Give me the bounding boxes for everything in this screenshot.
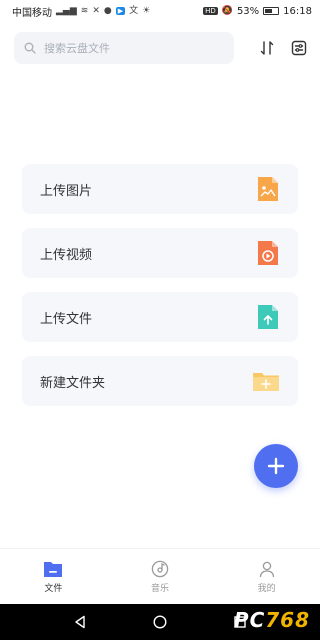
status-bar: 中国移动 ▂▄▆ ≋ ✕ ● ▶ 文 ☀ HD 🔕 53% 16:18 xyxy=(0,0,320,22)
mute-icon: 🔕 xyxy=(221,5,233,16)
tab-profile-label: 我的 xyxy=(257,583,276,594)
upload-file-icon xyxy=(258,305,278,329)
signal-icon: ▂▄▆ xyxy=(56,5,77,16)
add-button[interactable] xyxy=(254,444,298,488)
search-box[interactable] xyxy=(14,32,235,64)
watermark-logo: PC768 xyxy=(233,608,310,632)
header xyxy=(14,32,310,64)
bottom-tab-bar: 文件 音乐 我的 xyxy=(0,548,320,604)
battery-icon xyxy=(263,7,280,15)
upload-file-card[interactable]: 上传文件 xyxy=(22,292,298,342)
tab-music[interactable]: 音乐 xyxy=(107,549,214,604)
screen: 中国移动 ▂▄▆ ≋ ✕ ● ▶ 文 ☀ HD 🔕 53% 16:18 搜索云盘… xyxy=(0,0,320,640)
tab-music-label: 音乐 xyxy=(151,583,170,594)
new-folder-label: 新建文件夹 xyxy=(40,375,106,391)
upload-image-card[interactable]: 上传图片 xyxy=(22,164,298,214)
wifi-icon: ≋ xyxy=(80,5,89,16)
image-file-icon xyxy=(258,177,278,201)
search-icon xyxy=(24,39,36,58)
tab-profile[interactable]: 我的 xyxy=(213,549,320,604)
new-folder-icon xyxy=(253,373,279,391)
home-icon[interactable] xyxy=(153,615,167,629)
tab-files[interactable]: 文件 xyxy=(0,549,107,604)
tab-files-label: 文件 xyxy=(44,583,63,594)
video-file-icon xyxy=(258,241,278,265)
music-disc-icon xyxy=(151,560,169,577)
translate-icon: 文 xyxy=(129,5,139,16)
manage-button[interactable] xyxy=(288,37,310,59)
notification-icon: ✕ xyxy=(92,5,100,16)
upload-file-label: 上传文件 xyxy=(40,311,93,327)
back-icon[interactable] xyxy=(73,615,87,629)
upload-image-label: 上传图片 xyxy=(40,183,93,199)
manage-icon xyxy=(291,40,307,56)
plus-icon xyxy=(267,457,285,475)
weather-icon: ☀ xyxy=(142,5,151,16)
upload-video-card[interactable]: 上传视频 xyxy=(22,228,298,278)
chat-icon: ● xyxy=(103,5,112,16)
person-icon xyxy=(259,561,274,577)
hd-badge: HD xyxy=(203,7,218,15)
new-folder-card[interactable]: 新建文件夹 xyxy=(22,356,298,406)
search-input[interactable] xyxy=(44,41,224,55)
carrier-name: 中国移动 xyxy=(12,7,52,19)
sort-button[interactable] xyxy=(256,37,278,59)
sort-icon xyxy=(261,41,274,55)
app-notification-icon: ▶ xyxy=(115,7,126,15)
folder-icon xyxy=(44,561,63,577)
clock: 16:18 xyxy=(283,5,312,17)
system-nav-bar: PC768 xyxy=(0,604,320,640)
battery-percent: 53% xyxy=(236,5,260,17)
upload-video-label: 上传视频 xyxy=(40,247,93,263)
